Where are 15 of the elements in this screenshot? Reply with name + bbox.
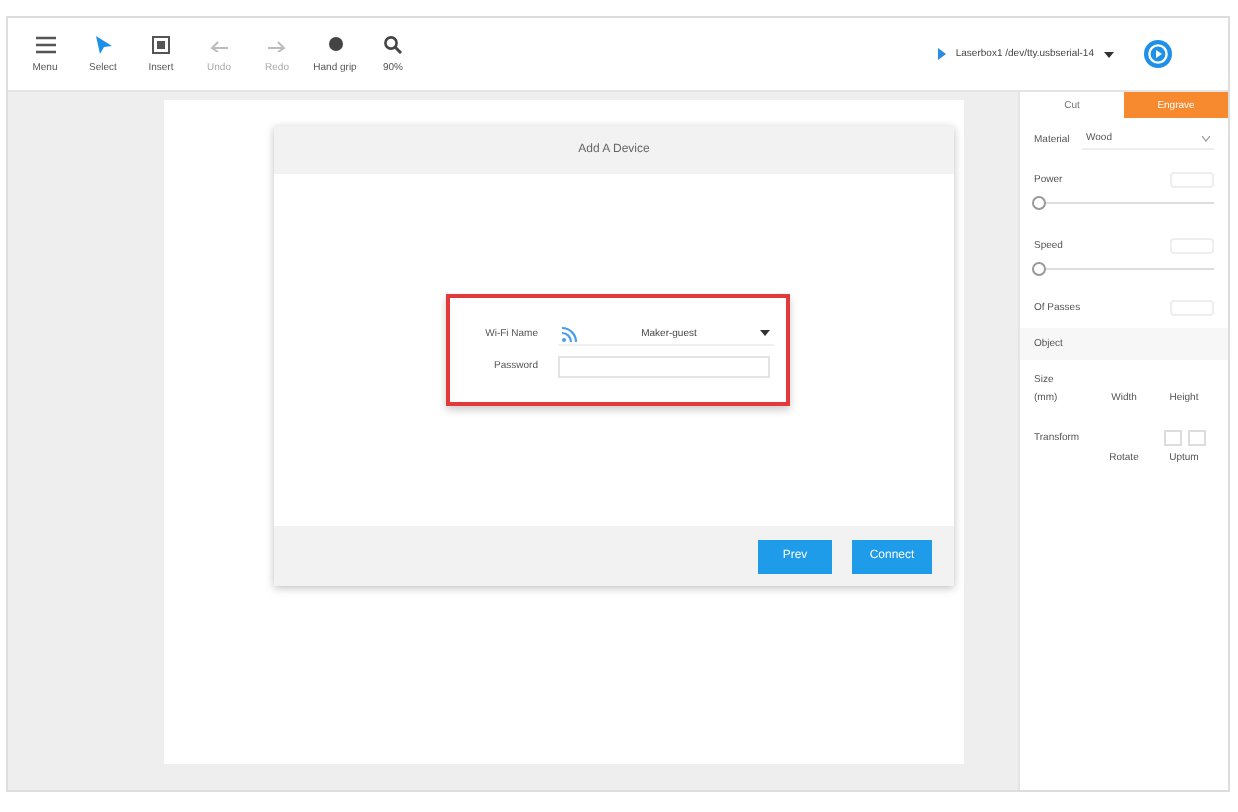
square-icon	[152, 35, 170, 53]
caret-icon	[760, 330, 770, 336]
search-icon	[384, 35, 402, 53]
caret-icon	[1104, 51, 1114, 57]
menu-icon	[35, 35, 55, 53]
speed-slider-thumb[interactable]	[1032, 262, 1046, 276]
wifi-icon	[562, 325, 578, 341]
caret-icon	[1202, 135, 1210, 141]
dot-icon	[327, 35, 343, 53]
undo-icon	[210, 35, 228, 53]
power-slider-thumb[interactable]	[1032, 196, 1046, 210]
redo-icon	[268, 35, 286, 53]
password-field[interactable]	[558, 355, 770, 377]
cursor-icon	[95, 35, 111, 53]
play-button[interactable]	[1144, 40, 1172, 68]
